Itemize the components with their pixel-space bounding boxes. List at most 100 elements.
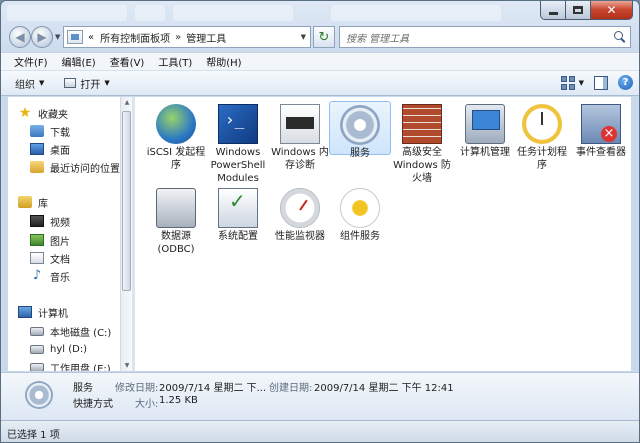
open-button[interactable]: 打开 ▼ xyxy=(64,76,110,91)
tile-label: Windows PowerShell Modules xyxy=(210,147,266,184)
tile-iscsi[interactable]: iSCSI 发起程序 xyxy=(145,101,207,172)
navigation-pane: ★ 收藏夹 下载 桌面 最近访问的位置 库 视频 图片 文档 ♪ 音乐 计算机 … xyxy=(8,97,120,371)
minimize-button[interactable] xyxy=(540,1,566,20)
nav-item-label: 最近访问的位置 xyxy=(50,163,120,175)
nav-item-label: 下载 xyxy=(50,127,70,139)
computer-icon xyxy=(18,306,32,318)
detail-name: 服务 xyxy=(73,383,93,394)
address-row: ◀ ▶ ▼ « 所有控制面板项 » 管理工具 ▼ ↻ 搜索 管理工具 xyxy=(1,25,639,49)
menu-help[interactable]: 帮助(H) xyxy=(199,54,248,69)
change-view-icon[interactable] xyxy=(560,75,575,90)
ghost-tab xyxy=(7,5,127,21)
control-panel-icon xyxy=(67,30,83,44)
organize-label: 组织 xyxy=(15,79,35,91)
recent-pages-dropdown[interactable]: ▼ xyxy=(55,33,60,41)
details-pane: 服务 快捷方式 修改日期: 2009/7/14 星期二 下... 创建日期: 2… xyxy=(1,372,639,420)
tile-powershell[interactable]: Windows PowerShell Modules xyxy=(207,101,269,185)
ghost-tab xyxy=(331,5,501,21)
open-label: 打开 xyxy=(80,79,101,91)
tile-event-viewer[interactable]: 事件查看器 xyxy=(571,101,631,159)
tile-task-scheduler[interactable]: 任务计划程序 xyxy=(513,101,571,172)
status-bar: 已选择 1 项 xyxy=(1,420,639,442)
search-icon[interactable] xyxy=(614,31,626,43)
scroll-down-icon[interactable]: ▼ xyxy=(123,362,131,369)
refresh-button[interactable]: ↻ xyxy=(313,26,335,48)
tile-computer-management[interactable]: 计算机管理 xyxy=(453,101,517,159)
nav-item-label: 工作用盘 (E:) xyxy=(50,363,111,372)
nav-item-desktop[interactable]: 桌面 xyxy=(30,140,120,158)
caption-buttons: ✕ xyxy=(540,1,633,20)
nav-item-label: 本地磁盘 (C:) xyxy=(50,327,112,339)
tile-performance-monitor[interactable]: 性能监视器 xyxy=(269,185,331,243)
downloads-folder-icon xyxy=(30,125,44,137)
tile-label: 组件服务 xyxy=(340,231,380,242)
menu-edit[interactable]: 编辑(E) xyxy=(55,54,103,69)
breadcrumb-admin-tools[interactable]: 管理工具 xyxy=(186,30,226,45)
back-button[interactable]: ◀ xyxy=(9,26,31,48)
tile-memory-diagnostic[interactable]: Windows 内存诊断 xyxy=(269,101,331,172)
tile-component-services[interactable]: 组件服务 xyxy=(329,185,391,243)
menu-tools[interactable]: 工具(T) xyxy=(151,54,199,69)
view-options-dropdown[interactable]: ▼ xyxy=(579,79,584,87)
help-icon[interactable]: ? xyxy=(618,75,633,90)
tile-label: 任务计划程序 xyxy=(517,147,567,171)
iscsi-globe-icon xyxy=(156,104,196,144)
nav-computer-label: 计算机 xyxy=(38,308,68,320)
nav-scrollbar[interactable]: ▲ ▼ xyxy=(120,97,132,371)
nav-item-drive-d[interactable]: hyl (D:) xyxy=(30,340,120,358)
nav-favorites[interactable]: ★ 收藏夹 xyxy=(18,104,120,122)
menu-file[interactable]: 文件(F) xyxy=(7,54,55,69)
search-input[interactable]: 搜索 管理工具 xyxy=(346,30,409,45)
scroll-thumb[interactable] xyxy=(122,111,131,291)
computer-management-icon xyxy=(465,104,505,144)
detail-type: 快捷方式 xyxy=(73,399,113,410)
organize-button[interactable]: 组织 ▼ xyxy=(15,76,44,91)
status-text: 已选择 1 项 xyxy=(7,430,60,441)
address-bar[interactable]: « 所有控制面板项 » 管理工具 ▼ xyxy=(63,26,311,48)
hard-drive-icon xyxy=(30,362,44,371)
gauge-icon xyxy=(280,188,320,228)
chevron-down-icon: ▼ xyxy=(104,79,110,87)
nav-item-downloads[interactable]: 下载 xyxy=(30,122,120,140)
content-area: iSCSI 发起程序 Windows PowerShell Modules Wi… xyxy=(135,97,631,371)
breadcrumb-control-panel[interactable]: 所有控制面板项 xyxy=(100,30,170,45)
nav-item-drive-c[interactable]: 本地磁盘 (C:) xyxy=(30,322,120,340)
tile-firewall[interactable]: 高级安全 Windows 防火墙 xyxy=(391,101,453,185)
back-arrow-icon: ◀ xyxy=(15,30,25,44)
nav-item-videos[interactable]: 视频 xyxy=(30,212,120,230)
tile-services[interactable]: 服务 xyxy=(329,101,391,159)
nav-item-music[interactable]: ♪ 音乐 xyxy=(30,267,120,285)
address-overflow[interactable]: « xyxy=(88,32,94,43)
maximize-button[interactable] xyxy=(566,1,591,20)
nav-item-recent[interactable]: 最近访问的位置 xyxy=(30,158,120,176)
forward-button[interactable]: ▶ xyxy=(31,26,53,48)
menu-view[interactable]: 查看(V) xyxy=(103,54,152,69)
ghost-tab xyxy=(135,5,165,21)
detail-size-label: 大小: xyxy=(135,399,159,410)
nav-libraries[interactable]: 库 xyxy=(18,193,120,211)
nav-item-documents[interactable]: 文档 xyxy=(30,249,120,267)
scroll-up-icon[interactable]: ▲ xyxy=(123,99,131,106)
close-button[interactable]: ✕ xyxy=(591,1,633,20)
tile-odbc[interactable]: 数据源(ODBC) xyxy=(145,185,207,256)
command-bar: 组织 ▼ 打开 ▼ ▼ ? xyxy=(1,70,639,96)
nav-item-pictures[interactable]: 图片 xyxy=(30,231,120,249)
preview-pane-icon[interactable] xyxy=(594,75,608,90)
checklist-icon xyxy=(218,188,258,228)
breadcrumb-separator[interactable]: » xyxy=(175,32,181,43)
detail-size-value: 1.25 KB xyxy=(159,395,198,406)
tile-label: 高级安全 Windows 防火墙 xyxy=(393,147,451,184)
nav-item-label: 音乐 xyxy=(50,272,70,284)
video-icon xyxy=(30,215,44,227)
nav-computer[interactable]: 计算机 xyxy=(18,303,120,321)
address-dropdown-icon[interactable]: ▼ xyxy=(301,33,306,41)
tile-label: 系统配置 xyxy=(218,231,258,242)
ghost-tab xyxy=(173,5,293,21)
tile-label: 事件查看器 xyxy=(576,147,626,158)
nav-libraries-label: 库 xyxy=(38,198,48,210)
search-box[interactable]: 搜索 管理工具 xyxy=(339,26,631,48)
nav-item-drive-e[interactable]: 工作用盘 (E:) xyxy=(30,358,120,371)
powershell-icon xyxy=(218,104,258,144)
detail-created-value: 2009/7/14 星期二 下午 12:41 xyxy=(314,383,454,394)
tile-system-config[interactable]: 系统配置 xyxy=(207,185,269,243)
